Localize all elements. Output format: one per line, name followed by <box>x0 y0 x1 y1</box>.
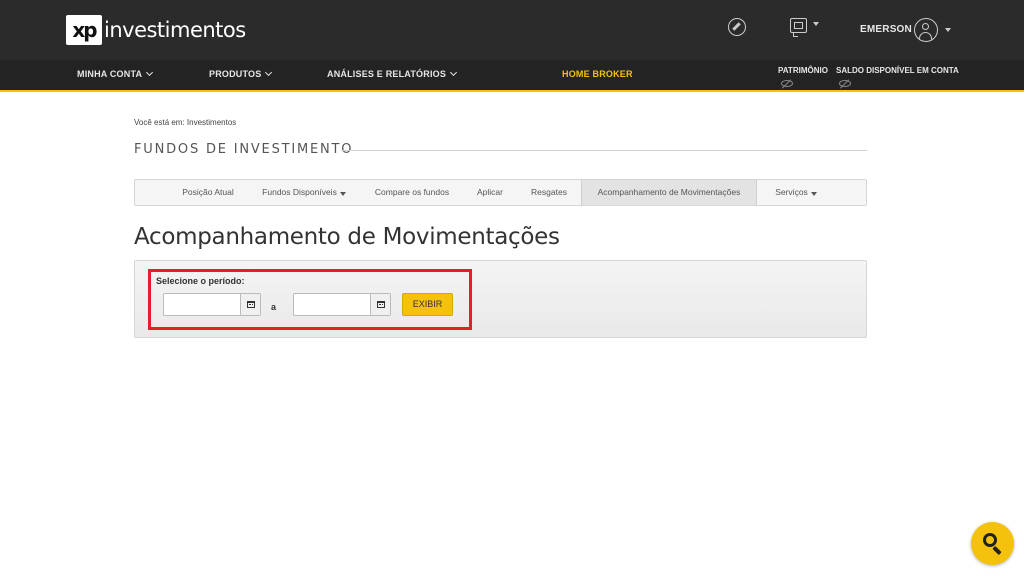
chevron-down-icon[interactable] <box>945 28 951 32</box>
calendar-icon <box>247 301 255 308</box>
eye-hidden-icon[interactable] <box>839 80 851 87</box>
nav-minha-conta[interactable]: MINHA CONTA <box>77 68 154 79</box>
end-date-input[interactable] <box>294 294 371 315</box>
period-label: Selecione o período: <box>156 276 245 286</box>
start-date-calendar-button[interactable] <box>240 294 260 315</box>
chevron-down-icon <box>813 22 819 26</box>
tab-posicao-atual[interactable]: Posição Atual <box>167 180 249 205</box>
tab-resgates[interactable]: Resgates <box>521 180 577 205</box>
breadcrumb: Você está em: Investimentos <box>134 118 237 127</box>
nav-home-broker[interactable]: HOME BROKER <box>562 69 633 79</box>
caret-down-icon <box>810 192 817 196</box>
tab-label: Serviços <box>775 187 808 197</box>
section-title: FUNDOS DE INVESTIMENTO <box>134 142 354 157</box>
nav-label: PRODUTOS <box>209 69 262 79</box>
compass-icon[interactable] <box>728 18 746 36</box>
nav-label: MINHA CONTA <box>77 69 143 79</box>
chat-icon[interactable] <box>790 18 819 38</box>
tab-aplicar[interactable]: Aplicar <box>467 180 513 205</box>
tab-acompanhamento-movimentacoes[interactable]: Acompanhamento de Movimentações <box>581 180 757 205</box>
section-divider <box>341 150 867 151</box>
caret-down-icon <box>339 192 346 196</box>
start-date-field[interactable] <box>163 293 261 316</box>
nav-label: ANÁLISES E RELATÓRIOS <box>327 69 447 79</box>
patrimonio-label[interactable]: PATRIMÔNIO <box>778 66 828 75</box>
chevron-down-icon <box>265 68 273 77</box>
eye-hidden-icon[interactable] <box>781 80 793 87</box>
start-date-input[interactable] <box>164 294 241 315</box>
search-icon-handle <box>992 545 1002 556</box>
user-name[interactable]: EMERSON <box>860 24 912 35</box>
logo-mark: xp <box>66 15 102 45</box>
end-date-field[interactable] <box>293 293 391 316</box>
user-icon[interactable] <box>914 18 938 42</box>
nav-produtos[interactable]: PRODUTOS <box>209 68 273 79</box>
chevron-down-icon <box>146 68 154 77</box>
search-fab-button[interactable] <box>971 522 1014 565</box>
date-range-separator: a <box>271 302 277 312</box>
xp-logo[interactable]: xp investimentos <box>66 15 246 45</box>
page-title: Acompanhamento de Movimentações <box>134 224 560 250</box>
exibir-button[interactable]: EXIBIR <box>402 293 453 316</box>
top-bar: xp investimentos EMERSON <box>0 0 1024 60</box>
fund-tabs: Posição Atual Fundos Disponíveis Compare… <box>134 179 867 206</box>
chevron-down-icon <box>450 68 458 77</box>
calendar-icon <box>377 301 385 308</box>
tab-fundos-disponiveis[interactable]: Fundos Disponíveis <box>253 180 355 205</box>
nav-analises-relatorios[interactable]: ANÁLISES E RELATÓRIOS <box>327 68 458 79</box>
tab-compare-fundos[interactable]: Compare os fundos <box>363 180 461 205</box>
main-nav: MINHA CONTA PRODUTOS ANÁLISES E RELATÓRI… <box>0 60 1024 92</box>
end-date-calendar-button[interactable] <box>370 294 390 315</box>
saldo-label[interactable]: SALDO DISPONÍVEL EM CONTA <box>836 66 959 75</box>
logo-text: investimentos <box>104 18 246 42</box>
tab-label: Fundos Disponíveis <box>262 187 337 197</box>
tab-servicos[interactable]: Serviços <box>763 180 829 205</box>
